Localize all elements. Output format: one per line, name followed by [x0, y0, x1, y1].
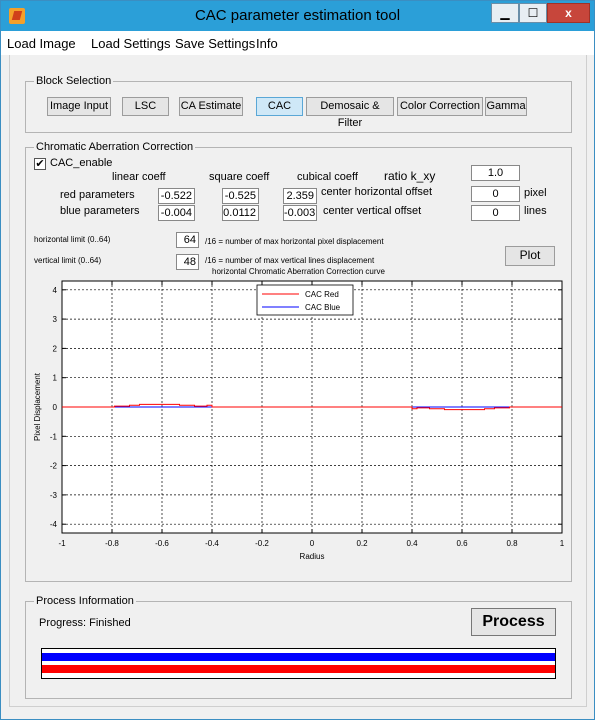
progress-bar [41, 648, 556, 679]
blue-linear-field[interactable]: -0.004 [158, 205, 195, 221]
menu-save-settings[interactable]: Save Settings [175, 36, 255, 51]
horizontal-limit-label: horizontal limit (0..64) [34, 235, 111, 244]
x-tick-label: -0.8 [105, 539, 119, 548]
block-selection-group: Block Selection Image Input LSC CA Estim… [25, 75, 572, 133]
image-input-button[interactable]: Image Input [47, 97, 111, 116]
center-vertical-offset-label: center vertical offset [323, 205, 422, 217]
square-coeff-header: square coeff [209, 171, 270, 183]
x-tick-label: 0.8 [506, 539, 518, 548]
center-vertical-offset-field[interactable]: 0 [471, 205, 520, 221]
progress-status: Progress: Finished [39, 617, 131, 629]
y-tick-label: -3 [50, 491, 58, 500]
process-legend: Process Information [34, 595, 136, 607]
minimize-button[interactable]: ▁ [491, 3, 519, 23]
main-panel: Block Selection Image Input LSC CA Estim… [9, 55, 587, 707]
cac-group: Chromatic Aberration Correction ✔ CAC_en… [25, 141, 572, 582]
cac-enable-checkbox[interactable]: ✔ [34, 158, 46, 170]
process-group: Process Information Progress: Finished P… [25, 595, 572, 699]
progress-bar-blue-fill [42, 653, 555, 661]
lines-unit-label: lines [524, 205, 547, 217]
ca-estimate-button[interactable]: CA Estimate [179, 97, 243, 116]
y-axis-label: Pixel Displacement [33, 372, 42, 441]
cac-enable-label: CAC_enable [50, 157, 113, 169]
menu-load-image[interactable]: Load Image [7, 36, 76, 51]
y-tick-label: -1 [50, 432, 58, 441]
red-parameters-label: red parameters [60, 189, 135, 201]
horizontal-limit-field[interactable]: 64 [176, 232, 199, 248]
center-horizontal-offset-label: center horizontal offset [321, 186, 433, 198]
blue-square-field[interactable]: 0.0112 [222, 205, 259, 221]
title-bar[interactable]: CAC parameter estimation tool ▁ ☐ x [1, 1, 594, 31]
x-tick-label: -1 [58, 539, 66, 548]
progress-bar-red-fill [42, 665, 555, 673]
cac-curve-chart: -1 -0.8 -0.6 -0.4 -0.2 0 0.2 0.4 0.6 0.8 1 4 3 2 1 0 -1 -… [33, 280, 565, 561]
pixel-unit-label: pixel [524, 187, 547, 199]
ratio-kxy-label: ratio k_xy [384, 169, 436, 183]
legend-label: CAC Blue [305, 303, 341, 312]
close-button[interactable]: x [547, 3, 590, 23]
x-tick-label: 0 [310, 539, 315, 548]
gamma-button[interactable]: Gamma [485, 97, 527, 116]
blue-cubic-field[interactable]: -0.003 [283, 205, 317, 221]
y-tick-label: 1 [53, 374, 58, 383]
menu-info[interactable]: Info [256, 36, 278, 51]
y-tick-label: -4 [50, 520, 58, 529]
red-square-field[interactable]: -0.525 [222, 188, 259, 204]
menu-load-settings[interactable]: Load Settings [91, 36, 171, 51]
ratio-kxy-field[interactable]: 1.0 [471, 165, 520, 181]
x-tick-label: 0.6 [456, 539, 468, 548]
y-tick-label: 2 [53, 344, 58, 353]
vertical-limit-label: vertical limit (0..64) [34, 256, 102, 265]
y-tick-label: -2 [50, 462, 58, 471]
red-linear-field[interactable]: -0.522 [158, 188, 195, 204]
x-tick-label: -0.2 [255, 539, 269, 548]
cubic-coeff-header: cubical coeff [297, 171, 358, 183]
y-tick-label: 3 [53, 315, 58, 324]
y-tick-label: 4 [53, 286, 58, 295]
lsc-button[interactable]: LSC [122, 97, 169, 116]
cac-legend: Chromatic Aberration Correction [34, 141, 196, 153]
x-tick-label: 0.4 [406, 539, 418, 548]
app-window: CAC parameter estimation tool ▁ ☐ x Load… [0, 0, 595, 720]
maximize-button[interactable]: ☐ [519, 3, 547, 23]
x-tick-label: -0.6 [155, 539, 169, 548]
linear-coeff-header: linear coeff [112, 171, 166, 183]
x-tick-label: 0.2 [356, 539, 368, 548]
x-axis-label: Radius [300, 552, 325, 561]
cac-button[interactable]: CAC [256, 97, 303, 116]
red-cubic-field[interactable]: 2.359 [283, 188, 317, 204]
color-correction-button[interactable]: Color Correction [397, 97, 483, 116]
y-tick-label: 0 [53, 403, 58, 412]
demosaic-filter-button[interactable]: Demosaic & Filter [306, 97, 394, 129]
block-selection-legend: Block Selection [34, 75, 114, 87]
horizontal-limit-description: /16 = number of max horizontal pixel dis… [205, 237, 384, 246]
vertical-limit-field[interactable]: 48 [176, 254, 199, 270]
center-horizontal-offset-field[interactable]: 0 [471, 186, 520, 202]
blue-parameters-label: blue parameters [60, 205, 140, 217]
x-tick-label: 1 [560, 539, 565, 548]
plot-button[interactable]: Plot [505, 246, 555, 266]
legend-label: CAC Red [305, 290, 339, 299]
vertical-limit-description: /16 = number of max vertical lines displ… [205, 256, 375, 265]
menu-bar: Load Image Load Settings Save Settings I… [1, 31, 594, 55]
chart-title: horizontal Chromatic Aberration Correcti… [212, 267, 385, 276]
x-tick-label: -0.4 [205, 539, 219, 548]
process-button[interactable]: Process [471, 608, 556, 636]
